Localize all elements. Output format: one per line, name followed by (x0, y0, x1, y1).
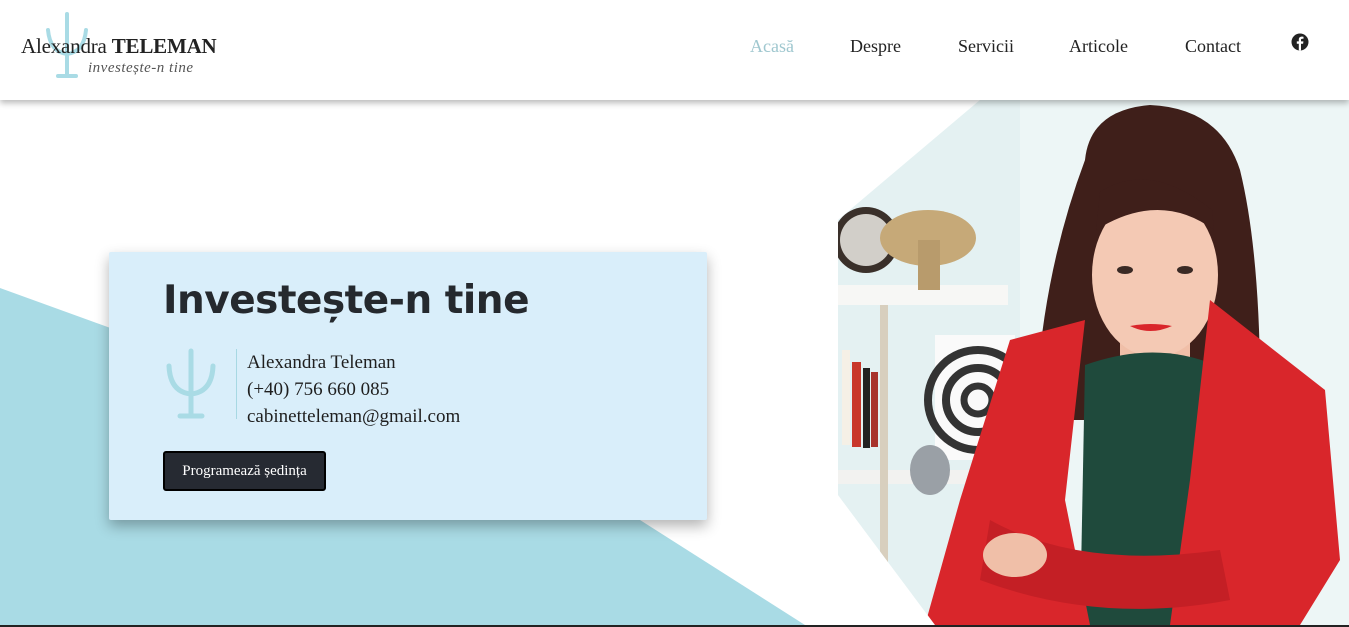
site-header: Alexandra TELEMAN investește-n tine Acas… (0, 0, 1349, 100)
main-nav: Acasă Despre Servicii Articole Contact (0, 36, 1349, 60)
psi-icon (166, 348, 216, 419)
nav-link-contact[interactable]: Contact (1185, 36, 1241, 57)
contact-phone[interactable]: (+40) 756 660 085 (247, 379, 389, 401)
contact-name: Alexandra Teleman (247, 352, 396, 373)
hero-card: Investește-n tine Alexandra Teleman (+40… (109, 252, 707, 520)
logo-tagline: investește-n tine (88, 60, 194, 76)
hero-section: Investește-n tine Alexandra Teleman (+40… (0, 100, 1349, 625)
contact-email[interactable]: cabinetteleman@gmail.com (247, 406, 460, 428)
contact-divider (236, 349, 237, 419)
nav-link-despre[interactable]: Despre (850, 36, 901, 57)
facebook-icon[interactable] (1291, 33, 1309, 51)
nav-link-articole[interactable]: Articole (1069, 36, 1128, 57)
book-session-button[interactable]: Programează ședința (163, 451, 326, 491)
hero-title: Investește-n tine (163, 278, 530, 323)
nav-link-acasa[interactable]: Acasă (750, 36, 794, 57)
nav-link-servicii[interactable]: Servicii (958, 36, 1014, 57)
